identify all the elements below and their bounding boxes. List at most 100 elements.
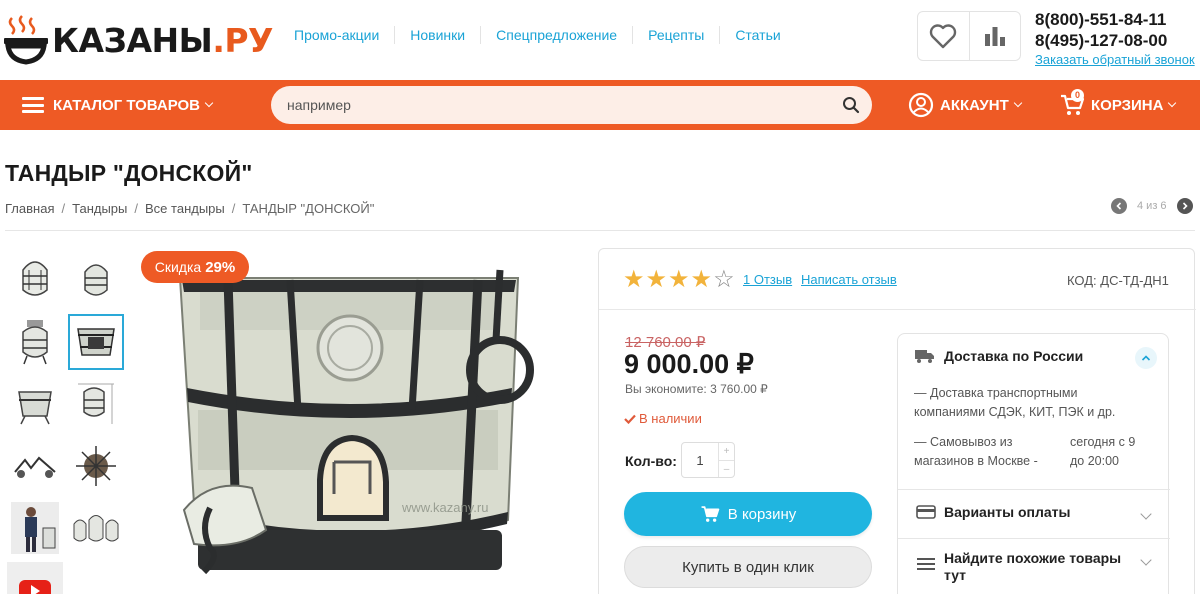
product-thumbnail-active[interactable] — [68, 314, 124, 370]
star-filled-icon[interactable]: ★ — [668, 267, 690, 293]
stock-label: В наличии — [639, 411, 702, 426]
product-thumbnail[interactable] — [7, 438, 63, 494]
nav-link-articles[interactable]: Статьи — [720, 26, 795, 44]
product-thumbnail[interactable] — [68, 252, 124, 308]
account-button[interactable]: АККАУНТ — [908, 80, 1022, 130]
search-icon[interactable] — [842, 96, 860, 114]
buy-one-click-label: Купить в один клик — [682, 558, 814, 576]
delivery-title: Доставка по России — [944, 348, 1084, 364]
wishlist-compare-box — [917, 11, 1021, 61]
phone-moscow[interactable]: 8(495)-127-08-00 — [1035, 30, 1195, 51]
chevron-up-icon — [1141, 355, 1151, 361]
logo-text: КАЗАНЫ.РУ — [52, 21, 273, 60]
steam-logo-icon — [2, 14, 50, 66]
nav-link-new[interactable]: Новинки — [395, 26, 482, 44]
pickup-hours-1: сегодня с 9 — [1070, 435, 1136, 449]
pickup-line-2: магазинов в Москве - — [914, 454, 1038, 468]
star-filled-icon[interactable]: ★ — [646, 267, 668, 293]
breadcrumb-tandyry[interactable]: Тандыры — [72, 201, 127, 216]
chevron-down-icon — [1140, 508, 1152, 520]
discount-badge: Скидка 29% — [141, 251, 249, 283]
add-to-cart-button[interactable]: В корзину — [624, 492, 872, 536]
product-main-image[interactable]: www.kazany.ru — [140, 250, 580, 594]
similar-products-row[interactable]: Найдите похожие товары тут — [916, 550, 1121, 584]
divider — [599, 309, 1196, 310]
compare-chart-icon — [984, 27, 1005, 46]
delivery-collapse-button[interactable] — [1135, 347, 1157, 369]
breadcrumb-all-tandyry[interactable]: Все тандыры — [145, 201, 225, 216]
phone-tollfree[interactable]: 8(800)-551-84-11 — [1035, 9, 1195, 30]
heart-icon — [930, 24, 957, 49]
burger-icon — [22, 97, 44, 113]
cart-button[interactable]: 0 КОРЗИНА — [1059, 80, 1177, 130]
divider — [5, 230, 1195, 231]
nav-link-promo[interactable]: Промо-акции — [279, 26, 396, 44]
logo-dot: . — [212, 20, 225, 60]
chevron-down-icon — [1140, 554, 1152, 566]
delivery-header[interactable]: Доставка по России — [914, 348, 1083, 364]
nav-link-special[interactable]: Спецпредложение — [481, 26, 634, 44]
quantity-input[interactable] — [682, 443, 718, 477]
product-thumbnail[interactable] — [68, 376, 124, 432]
site-header: КАЗАНЫ.РУ Промо-акции Новинки Спецпредло… — [0, 0, 1200, 80]
logo-name: КАЗАНЫ — [52, 20, 213, 60]
callback-link[interactable]: Заказать обратный звонок — [1035, 51, 1195, 68]
quantity-increase-button[interactable]: + — [719, 443, 734, 460]
chevron-down-icon — [204, 98, 214, 108]
product-thumbnail[interactable] — [68, 438, 124, 494]
chevron-left-icon — [1116, 202, 1122, 210]
delivery-info-box: Доставка по России — Доставка транспортн… — [897, 333, 1170, 594]
product-thumbnail[interactable] — [68, 500, 124, 556]
check-icon — [624, 414, 636, 424]
similar-products-label-2: тут — [944, 567, 967, 583]
product-thumbnail[interactable] — [7, 376, 63, 432]
similar-products-label-1: Найдите похожие товары — [944, 550, 1122, 566]
catalog-menu-button[interactable]: КАТАЛОГ ТОВАРОВ — [22, 80, 214, 130]
pickup-hours-2: до 20:00 — [1070, 454, 1119, 468]
search-input[interactable] — [271, 86, 811, 124]
add-to-cart-label: В корзину — [727, 505, 797, 523]
image-watermark: www.kazany.ru — [401, 500, 488, 515]
youtube-icon — [7, 562, 63, 594]
breadcrumb-separator: / — [61, 201, 66, 216]
star-filled-icon[interactable]: ★ — [623, 267, 645, 293]
payment-options-label: Варианты оплаты — [944, 504, 1071, 520]
chevron-down-icon — [1168, 98, 1177, 108]
card-icon — [916, 505, 936, 519]
discount-label: Скидка — [154, 259, 202, 275]
catalog-label: КАТАЛОГ ТОВАРОВ — [53, 96, 201, 114]
breadcrumb: Главная / Тандыры / Все тандыры / ТАНДЫР… — [5, 201, 374, 216]
write-review-link[interactable]: Написать отзыв — [801, 272, 897, 287]
divider — [898, 489, 1170, 490]
savings-text: Вы экономите: 3 760.00 ₽ — [625, 382, 768, 396]
product-thumbnail[interactable] — [7, 500, 63, 556]
nav-link-recipes[interactable]: Рецепты — [633, 26, 721, 44]
product-pager: 4 из 6 — [1111, 198, 1193, 214]
star-filled-icon[interactable]: ★ — [691, 267, 713, 293]
buy-one-click-button[interactable]: Купить в один клик — [624, 546, 872, 588]
chevron-right-icon — [1182, 202, 1188, 210]
page-title: ТАНДЫР "ДОНСКОЙ" — [5, 160, 253, 186]
delivery-line-2: компаниями СДЭК, КИТ, ПЭК и др. — [914, 405, 1116, 419]
prev-product-button[interactable] — [1111, 198, 1127, 214]
breadcrumb-home[interactable]: Главная — [5, 201, 54, 216]
reviews-link[interactable]: 1 Отзыв — [743, 272, 792, 287]
product-thumbnail[interactable] — [7, 252, 63, 308]
site-logo[interactable]: КАЗАНЫ.РУ — [2, 10, 273, 70]
main-navbar: КАТАЛОГ ТОВАРОВ АККАУНТ 0 КОРЗИНА — [0, 80, 1200, 130]
top-navigation: Промо-акции Новинки Спецпредложение Реце… — [279, 26, 796, 44]
compare-button[interactable] — [968, 12, 1021, 60]
quantity-decrease-button[interactable]: – — [719, 460, 734, 478]
user-icon — [908, 92, 934, 118]
cart-count-badge: 0 — [1071, 89, 1084, 102]
delivery-line-1: — Доставка транспортными — [914, 386, 1078, 400]
payment-options-row[interactable]: Варианты оплаты — [916, 504, 1071, 520]
current-price: 9 000.00 ₽ — [624, 349, 754, 379]
quantity-stepper: + – — [681, 442, 735, 478]
product-thumbnail[interactable] — [7, 314, 63, 370]
wishlist-button[interactable] — [918, 12, 969, 60]
star-empty-icon[interactable]: ☆ — [713, 267, 735, 293]
account-label: АККАУНТ — [940, 96, 1009, 114]
next-product-button[interactable] — [1176, 198, 1193, 214]
product-video-thumbnail[interactable] — [7, 562, 63, 594]
